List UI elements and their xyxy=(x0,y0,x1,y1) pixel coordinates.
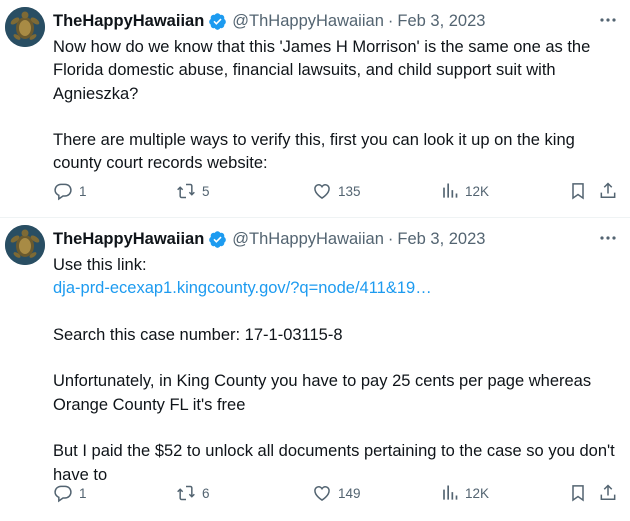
heart-icon xyxy=(314,485,330,501)
avatar[interactable] xyxy=(5,225,45,265)
views-button[interactable]: 12K xyxy=(439,482,489,504)
tweet[interactable]: TheHappyHawaiian @ThHappyHawaiian · Feb … xyxy=(0,0,630,218)
tweet-text: Use this link: dja-prd-ecexap1.kingcount… xyxy=(53,254,623,487)
retweet-icon xyxy=(177,183,195,199)
tweet-header: TheHappyHawaiian @ThHappyHawaiian · Feb … xyxy=(53,228,485,250)
reply-icon xyxy=(54,485,72,503)
tweet-header: TheHappyHawaiian @ThHappyHawaiian · Feb … xyxy=(53,10,485,32)
tweet-line: Unfortunately, in King County you have t… xyxy=(53,372,592,391)
separator: · xyxy=(387,11,394,30)
reply-button[interactable]: 1 xyxy=(53,180,87,202)
like-button[interactable]: 135 xyxy=(312,180,361,202)
retweet-count: 5 xyxy=(202,183,210,199)
tweet[interactable]: TheHappyHawaiian @ThHappyHawaiian · Feb … xyxy=(0,218,630,521)
tweet-line: Florida domestic abuse, financial lawsui… xyxy=(53,61,556,80)
tweet-actions: 1 5 135 12K xyxy=(53,180,630,202)
tweet-line: Now how do we know that this 'James H Mo… xyxy=(53,38,591,56)
tweet-line: Agnieszka? xyxy=(53,84,139,103)
share-icon xyxy=(600,484,616,500)
tweet-line: There are multiple ways to verify this, … xyxy=(53,131,575,150)
reply-icon xyxy=(54,183,72,201)
reply-count: 1 xyxy=(79,485,87,501)
case-link[interactable]: dja-prd-ecexap1.kingcounty.gov/?q=node/4… xyxy=(53,279,432,297)
more-icon[interactable] xyxy=(598,10,618,30)
avatar[interactable] xyxy=(5,7,45,47)
bookmark-button[interactable] xyxy=(568,482,588,504)
like-count: 135 xyxy=(338,183,361,199)
views-button[interactable]: 12K xyxy=(439,180,489,202)
tweet-line: Search this case number: 17-1-03115-8 xyxy=(53,325,343,344)
verified-badge-icon xyxy=(208,230,227,249)
like-count: 149 xyxy=(338,485,361,501)
retweet-button[interactable]: 5 xyxy=(176,180,210,202)
views-icon xyxy=(443,485,458,500)
views-count: 12K xyxy=(465,485,490,501)
tweet-line: county court records website: xyxy=(53,154,268,173)
share-button[interactable] xyxy=(598,180,618,202)
handle[interactable]: @ThHappyHawaiian xyxy=(232,230,384,249)
separator: · xyxy=(387,229,394,248)
tweet-date[interactable]: Feb 3, 2023 xyxy=(397,230,485,249)
display-name[interactable]: TheHappyHawaiian xyxy=(53,12,204,31)
more-icon[interactable] xyxy=(598,228,618,248)
bookmark-icon xyxy=(572,183,584,200)
handle[interactable]: @ThHappyHawaiian xyxy=(232,12,384,31)
reply-button[interactable]: 1 xyxy=(53,482,87,504)
tweet-line: Orange County FL it's free xyxy=(53,395,246,414)
bookmark-icon xyxy=(572,485,584,502)
tweet-text: Now how do we know that this 'James H Mo… xyxy=(53,36,623,176)
retweet-icon xyxy=(177,485,195,501)
reply-count: 1 xyxy=(79,183,87,199)
retweet-button[interactable]: 6 xyxy=(176,482,210,504)
heart-icon xyxy=(314,183,330,199)
retweet-count: 6 xyxy=(202,485,210,501)
tweet-line: But I paid the $52 to unlock all documen… xyxy=(53,442,615,461)
tweet-line: Use this link: xyxy=(53,256,147,274)
tweet-actions: 1 6 149 12K xyxy=(53,482,630,504)
verified-badge-icon xyxy=(208,12,227,31)
share-icon xyxy=(600,182,616,198)
share-button[interactable] xyxy=(598,482,618,504)
views-count: 12K xyxy=(465,183,490,199)
bookmark-button[interactable] xyxy=(568,180,588,202)
display-name[interactable]: TheHappyHawaiian xyxy=(53,230,204,249)
views-icon xyxy=(443,183,458,198)
like-button[interactable]: 149 xyxy=(312,482,361,504)
tweet-date[interactable]: Feb 3, 2023 xyxy=(397,12,485,31)
